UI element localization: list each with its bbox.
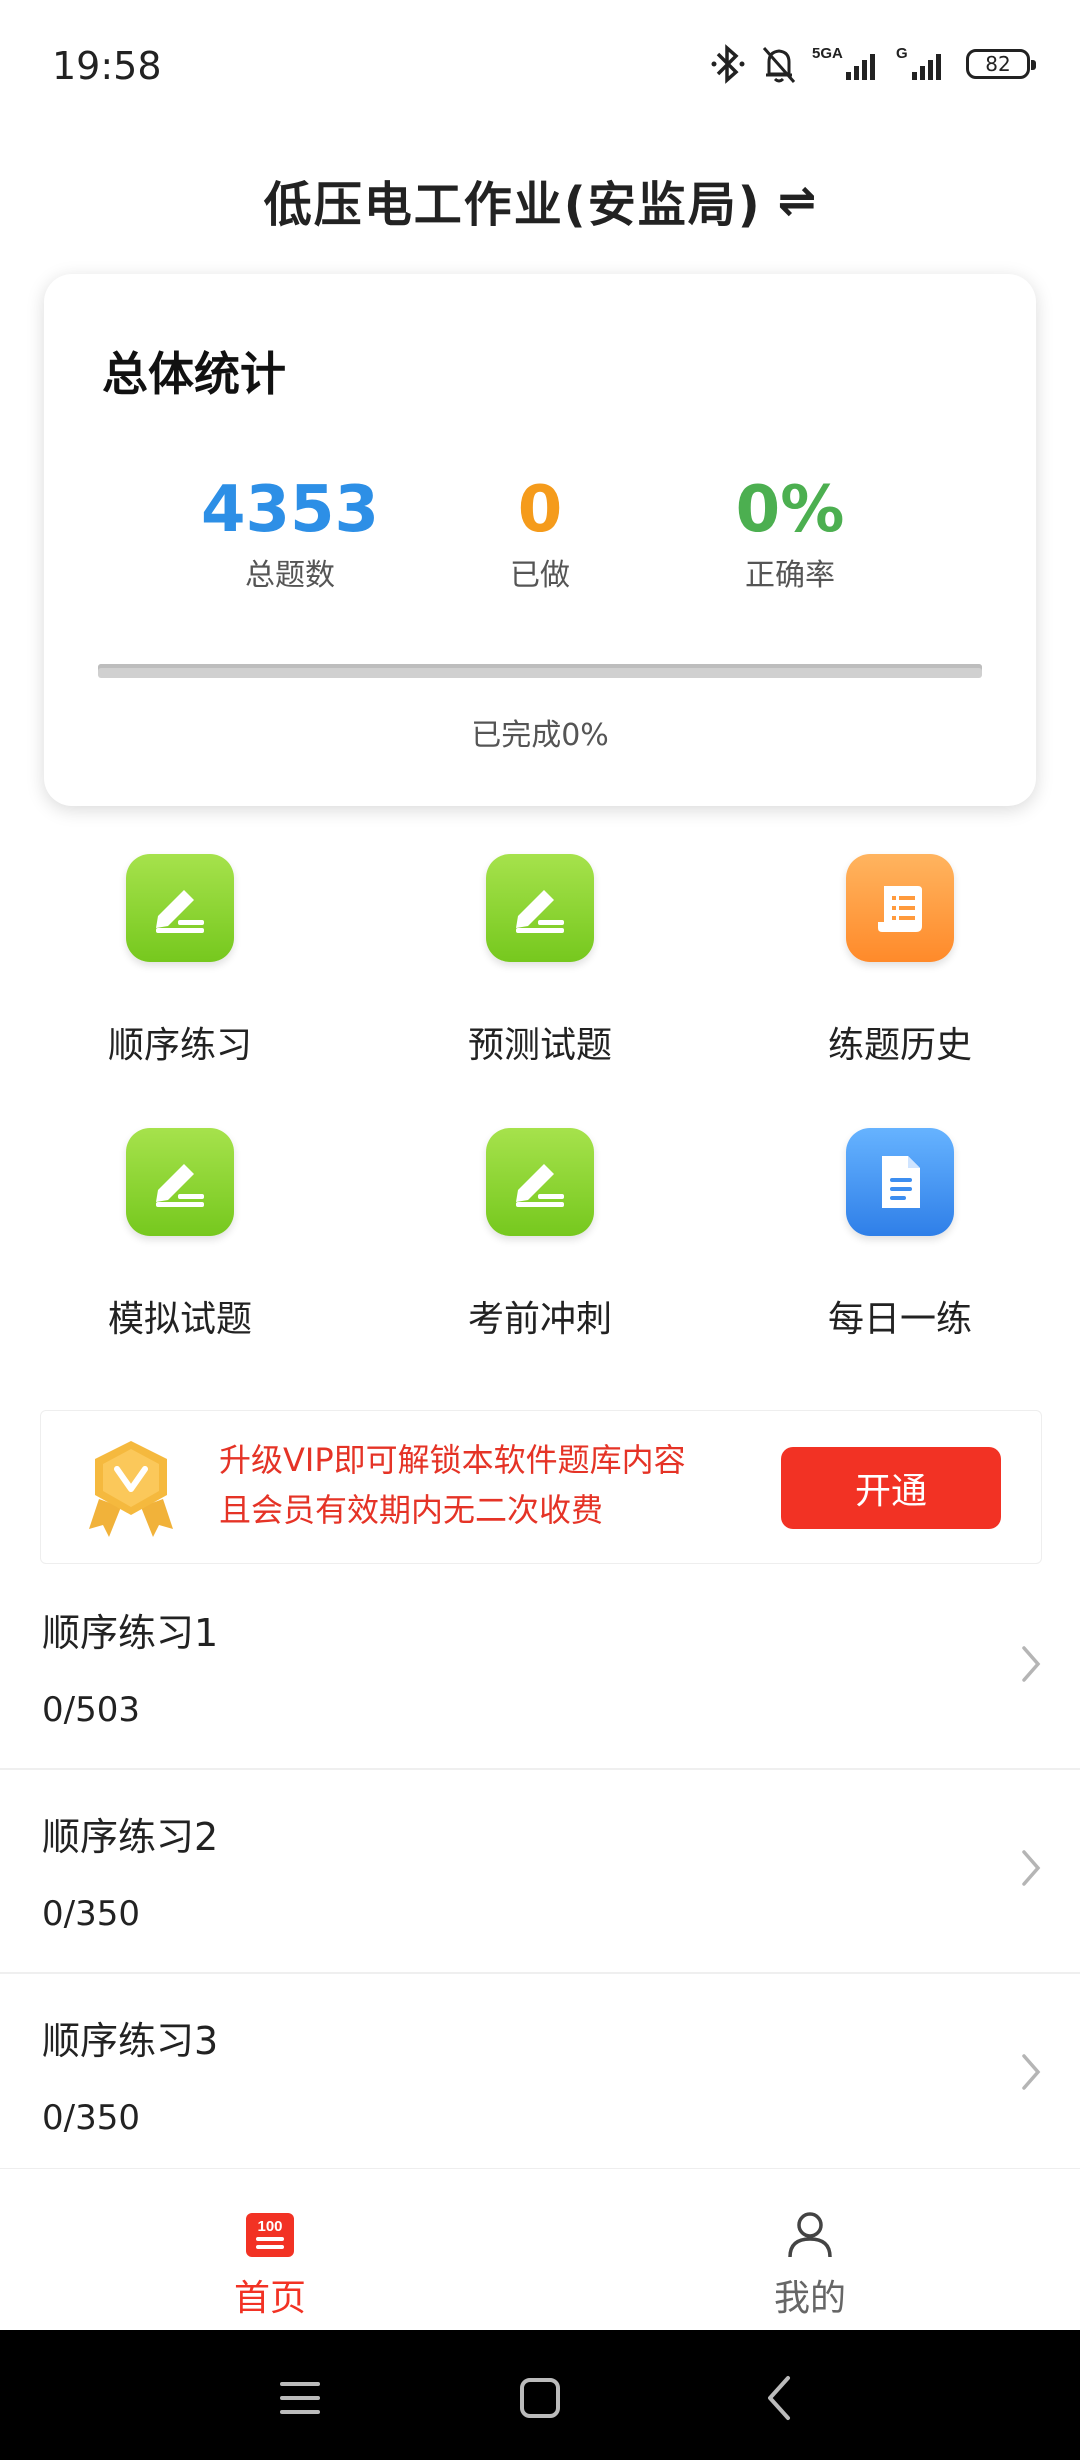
tile-label: 模拟试题 [107, 1299, 252, 1340]
progress-bar [98, 664, 982, 678]
scroll-icon [846, 854, 954, 962]
tile-label: 顺序练习 [107, 1025, 252, 1066]
nav-home-label: 首页 [233, 2278, 306, 2319]
home-100-icon: 100 [246, 2213, 294, 2257]
bottom-nav: 100 首页 我的 [0, 2168, 1080, 2331]
feature-grid: 顺序练习 预测试题 练题历史 模拟试题 考前冲刺 每日一练 [0, 846, 1080, 1366]
chevron-right-icon [1022, 1850, 1041, 1886]
activate-vip-button[interactable]: 开通 [781, 1447, 1001, 1529]
tile-final-sprint[interactable]: 考前冲刺 [360, 1120, 720, 1370]
nav-home[interactable]: 100 首页 [0, 2169, 540, 2331]
tile-predicted-questions[interactable]: 预测试题 [360, 846, 720, 1096]
svg-text:G: G [896, 45, 908, 62]
system-nav-bar [0, 2330, 1080, 2460]
vip-line-1: 升级VIP即可解锁本软件题库内容 [219, 1441, 686, 1479]
home-badge-text: 100 [257, 2218, 282, 2235]
list-item-title: 顺序练习1 [42, 1611, 219, 1655]
nav-mine[interactable]: 我的 [540, 2169, 1080, 2331]
signal-g-icon: G [896, 44, 952, 84]
list-item-title: 顺序练习2 [42, 1815, 219, 1859]
back-icon[interactable] [750, 2368, 810, 2428]
vip-line-2: 且会员有效期内无二次收费 [219, 1491, 604, 1529]
swap-icon[interactable]: ⇌ [778, 173, 817, 227]
bluetooth-icon [710, 44, 746, 84]
chevron-right-icon [1022, 1646, 1041, 1682]
stat-accuracy: 0% 正确率 [660, 470, 920, 594]
list-item[interactable]: 顺序练习3 0/350 [0, 1974, 1080, 2178]
tile-label: 每日一练 [827, 1299, 972, 1340]
nav-mine-label: 我的 [773, 2278, 846, 2319]
stats-card: 总体统计 4353 总题数 0 已做 0% 正确率 已完成0% [44, 274, 1036, 806]
vip-badge-icon [85, 1437, 177, 1541]
status-time: 19:58 [52, 44, 162, 88]
svg-text:5GA: 5GA [812, 45, 843, 62]
list-item-progress: 0/503 [42, 1690, 140, 1730]
practice-list: 顺序练习1 0/503 顺序练习2 0/350 顺序练习3 0/350 [0, 1566, 1080, 2178]
stat-total-value: 4353 [200, 473, 380, 547]
stat-accuracy-value: 0% [735, 473, 845, 547]
tile-label: 预测试题 [467, 1025, 612, 1066]
stat-accuracy-label: 正确率 [745, 558, 835, 593]
edit-icon [126, 854, 234, 962]
stat-done-label: 已做 [510, 558, 570, 593]
chevron-right-icon [1022, 2054, 1041, 2090]
app-header: 低压电工作业(安监局) ⇌ [0, 130, 1080, 270]
tile-label: 考前冲刺 [467, 1299, 612, 1340]
list-item[interactable]: 顺序练习1 0/503 [0, 1566, 1080, 1770]
progress-text: 已完成0% [471, 718, 609, 753]
tile-practice-history[interactable]: 练题历史 [720, 846, 1080, 1096]
stat-done: 0 已做 [410, 470, 670, 594]
list-item-title: 顺序练习3 [42, 2019, 219, 2063]
list-item-progress: 0/350 [42, 1894, 140, 1934]
page-title[interactable]: 低压电工作业(安监局) [264, 165, 762, 235]
stats-title: 总体统计 [102, 347, 286, 401]
stat-done-value: 0 [517, 473, 563, 547]
tile-daily-practice[interactable]: 每日一练 [720, 1120, 1080, 1370]
vip-description: 升级VIP即可解锁本软件题库内容 且会员有效期内无二次收费 [219, 1435, 686, 1535]
status-bar: 19:58 5GA G 82 [0, 0, 1080, 130]
vip-banner: 升级VIP即可解锁本软件题库内容 且会员有效期内无二次收费 开通 [40, 1410, 1042, 1564]
list-item[interactable]: 顺序练习2 0/350 [0, 1770, 1080, 1974]
document-icon [846, 1128, 954, 1236]
bell-muted-icon [760, 44, 798, 84]
tile-mock-exam[interactable]: 模拟试题 [0, 1120, 360, 1370]
stat-total: 4353 总题数 [160, 470, 420, 594]
status-icons: 5GA G 82 [710, 42, 1036, 86]
edit-icon [486, 854, 594, 962]
signal-5g-icon: 5GA [812, 44, 882, 84]
battery-icon: 82 [966, 44, 1036, 84]
tile-sequential-practice[interactable]: 顺序练习 [0, 846, 360, 1096]
user-icon [788, 2212, 832, 2258]
menu-icon[interactable] [270, 2368, 330, 2428]
stat-total-label: 总题数 [245, 558, 335, 593]
home-square-icon[interactable] [510, 2368, 570, 2428]
list-item-progress: 0/350 [42, 2098, 140, 2138]
edit-icon [126, 1128, 234, 1236]
tile-label: 练题历史 [827, 1025, 972, 1066]
edit-icon [486, 1128, 594, 1236]
